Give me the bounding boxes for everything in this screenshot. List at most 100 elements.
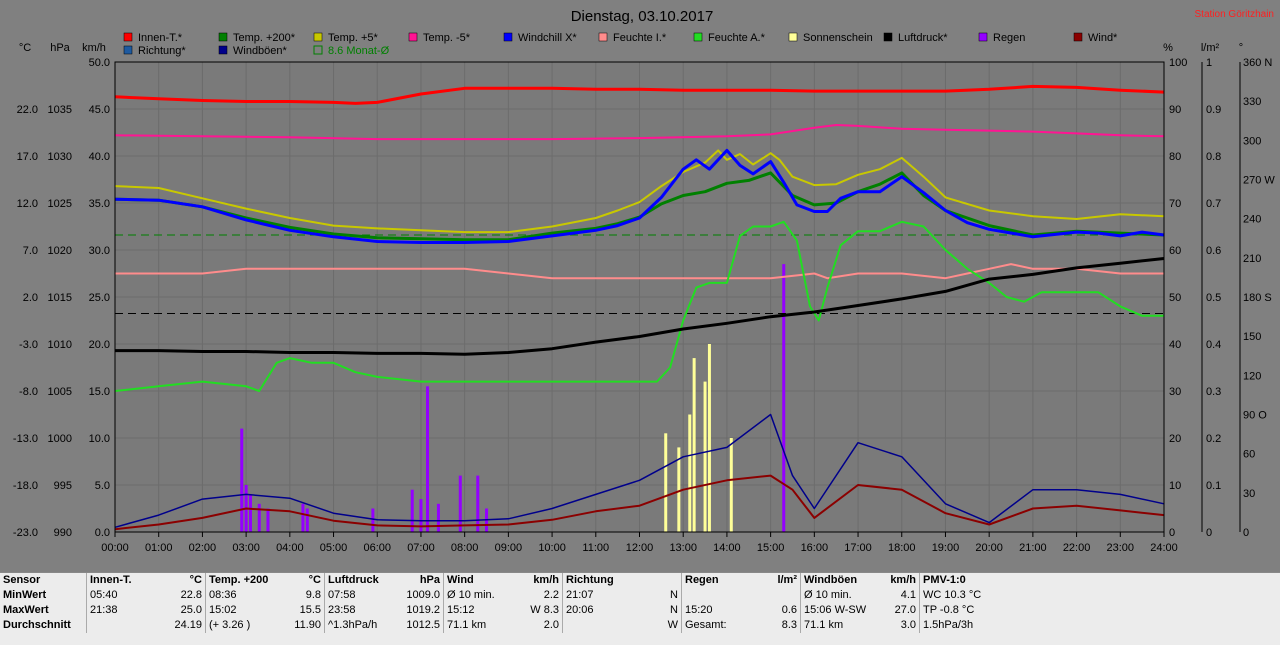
legend-sonnenschein-swatch	[788, 32, 798, 42]
direction-tick-label: 60	[1243, 449, 1255, 461]
stats-cell-innen-t-time: 21:38	[86, 603, 163, 618]
rain-tick-label: 0.5	[1206, 292, 1221, 304]
stats-col-richtung-header: Richtung	[562, 573, 639, 588]
stats-header-row: Sensor Innen-T. °C Temp. +200 °C Luftdruck hPa…	[0, 573, 1038, 588]
percent-tick-label: 60	[1169, 245, 1181, 257]
percent-tick-label: 30	[1169, 386, 1181, 398]
direction-tick-label: 0	[1243, 527, 1249, 539]
rain-bar	[248, 494, 252, 532]
stats-col-luftdruck-header: Luftdruck	[324, 573, 401, 588]
x-tick-label: 21:00	[1019, 542, 1047, 554]
sunshine-bar	[707, 344, 711, 532]
percent-tick-label: 80	[1169, 151, 1181, 163]
x-tick-label: 00:00	[101, 542, 129, 554]
stats-cell-windb-en-value: 3.0	[900, 619, 916, 631]
direction-tick-label: 270 W	[1243, 175, 1275, 187]
x-tick-label: 09:00	[495, 542, 523, 554]
kmh-tick-label: 40.0	[89, 151, 110, 163]
stats-cell-wind-time: 71.1 km	[443, 618, 520, 633]
x-tick-label: 19:00	[932, 542, 960, 554]
direction-tick-label: 90 O	[1243, 410, 1267, 422]
x-tick-label: 17:00	[844, 542, 872, 554]
stats-row-minwert: MinWert 05:40 22.8 08:36 9.8 07:58 1009.0 Ø 10 …	[0, 588, 1038, 603]
legend-8-6-monat-label: 8.6 Monat-Ø	[328, 45, 390, 57]
sunshine-bar	[729, 438, 733, 532]
stats-col-innen-t-header: Innen-T.	[86, 573, 163, 588]
percent-tick-label: 10	[1169, 480, 1181, 492]
legend-temp-5-label: Temp. +5*	[328, 32, 379, 44]
hpa-tick-label: 1020	[48, 245, 72, 257]
stats-cell-regen-value	[758, 588, 801, 603]
rain-tick-label: 0.4	[1206, 339, 1221, 351]
direction-tick-label: 330	[1243, 96, 1261, 108]
stats-sensor-header: Sensor	[3, 574, 41, 586]
stats-row-maxwert: MaxWert 21:38 25.0 15:02 15.5 23:58 1019.2 15:1…	[0, 603, 1038, 618]
hpa-tick-label: 1015	[48, 292, 72, 304]
legend-innen-t-label: Innen-T.*	[138, 32, 183, 44]
stats-col-wind-unit: km/h	[533, 574, 559, 586]
stats-cell-pmv-1-0-value	[996, 603, 1038, 618]
stats-cell-wind-time: 15:12	[443, 603, 520, 618]
kmh-tick-label: 45.0	[89, 104, 110, 116]
direction-tick-label: 150	[1243, 331, 1261, 343]
kmh-tick-label: 30.0	[89, 245, 110, 257]
sunshine-bar	[692, 358, 696, 532]
direction-tick-label: 360 N	[1243, 57, 1272, 69]
direction-tick-label: 240	[1243, 214, 1261, 226]
percent-tick-label: 20	[1169, 433, 1181, 445]
stats-cell-temp-200-time: 15:02	[205, 603, 282, 618]
stats-cell-windb-en-time: Ø 10 min.	[800, 588, 877, 603]
legend-innen-t-swatch	[123, 32, 133, 42]
rain-bar	[257, 503, 261, 532]
x-tick-label: 04:00	[276, 542, 304, 554]
kmh-tick-label: 15.0	[89, 386, 110, 398]
stats-cell-wind-value: 2.2	[543, 589, 559, 601]
stats-cell-temp-200-time: 08:36	[205, 588, 282, 603]
statistics-table: Sensor Innen-T. °C Temp. +200 °C Luftdruck hPa…	[0, 573, 1038, 633]
hpa-tick-label: 995	[54, 480, 72, 492]
stats-cell-luftdruck-time: ^1.3hPa/h	[324, 618, 401, 633]
stats-cell-pmv-1-0-time: TP -0.8 °C	[919, 603, 996, 618]
stats-cell-innen-t-value: 22.8	[180, 589, 202, 601]
legend-temp-5-swatch	[313, 32, 323, 42]
x-tick-label: 03:00	[232, 542, 260, 554]
celsius-tick-label: -13.0	[13, 433, 38, 445]
stats-col-luftdruck-unit: hPa	[419, 574, 440, 586]
unit-degree: °	[1239, 42, 1243, 54]
x-tick-label: 13:00	[669, 542, 697, 554]
percent-tick-label: 0	[1169, 527, 1175, 539]
stats-cell-temp-200-value: 9.8	[305, 589, 321, 601]
stats-cell-luftdruck-value: 1012.5	[406, 619, 440, 631]
stats-cell-windb-en-value: 4.1	[900, 589, 916, 601]
stats-cell-pmv-1-0-value	[996, 588, 1038, 603]
rain-tick-label: 0.2	[1206, 433, 1221, 445]
x-tick-label: 22:00	[1063, 542, 1091, 554]
kmh-tick-label: 50.0	[89, 57, 110, 69]
kmh-tick-label: 5.0	[95, 480, 110, 492]
unit-kmh: km/h	[82, 42, 106, 54]
legend-feuchte-i-label: Feuchte I.*	[613, 32, 667, 44]
stats-cell-pmv-1-0-time: 1.5hPa/3h	[919, 618, 996, 633]
legend-temp-5-swatch	[408, 32, 418, 42]
weather-chart-window: 22.0 17.0 12.0 7.0 2.0 -3.0 -8.0 -13.0 -18.0 -23.…	[0, 0, 1280, 645]
percent-tick-label: 90	[1169, 104, 1181, 116]
stats-row-durchschnitt: Durchschnitt 24.19 (+ 3.26 ) 11.90 ^1.3hPa/h…	[0, 618, 1038, 633]
stats-cell-richtung-time	[562, 618, 639, 633]
hpa-tick-label: 1030	[48, 151, 72, 163]
x-tick-label: 10:00	[538, 542, 566, 554]
percent-tick-label: 70	[1169, 198, 1181, 210]
celsius-tick-label: 22.0	[17, 104, 38, 116]
unit-percent: %	[1163, 42, 1173, 54]
stats-col-regen-header: Regen	[681, 573, 758, 588]
x-tick-label: 12:00	[626, 542, 654, 554]
stats-col-windb-en-header: Windböen	[800, 573, 877, 588]
station-name: Station Göritzhain	[1195, 9, 1275, 20]
x-tick-label: 23:00	[1107, 542, 1135, 554]
direction-tick-label: 210	[1243, 253, 1261, 265]
percent-tick-label: 50	[1169, 292, 1181, 304]
kmh-tick-label: 0.0	[95, 527, 110, 539]
celsius-tick-label: -8.0	[19, 386, 38, 398]
celsius-tick-label: 2.0	[23, 292, 38, 304]
legend-windchill-x-swatch	[503, 32, 513, 42]
rain-bar	[240, 428, 244, 532]
